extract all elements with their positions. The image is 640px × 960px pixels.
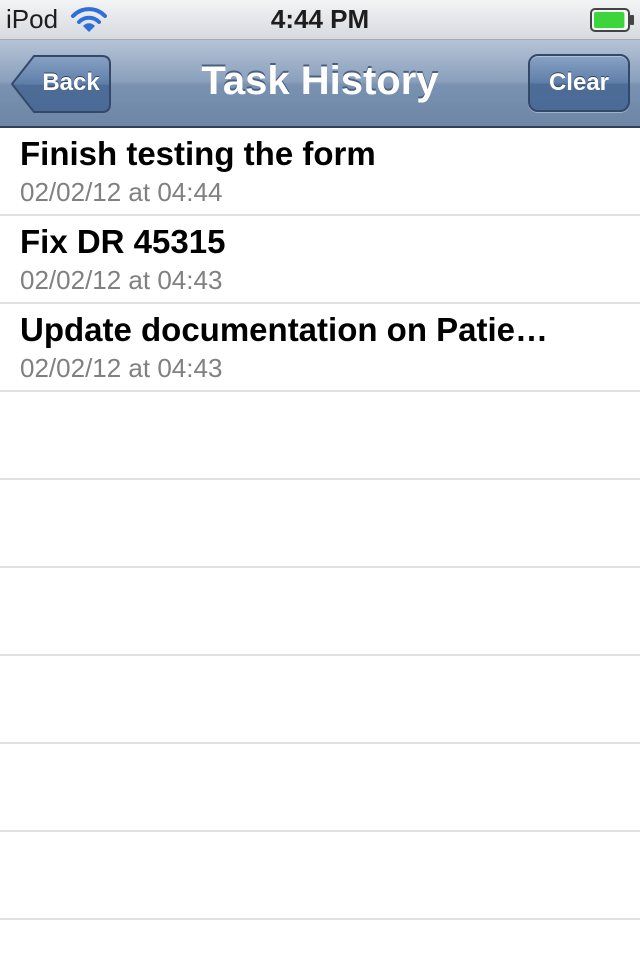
task-row[interactable]: Update documentation on Patie… 02/02/12 … [0,304,640,392]
task-row[interactable]: Fix DR 45315 02/02/12 at 04:43 [0,216,640,304]
screen: iPod 4:44 PM Back Task History Clear Fin… [0,0,640,960]
navigation-bar: Back Task History Clear [0,40,640,128]
empty-row [0,832,640,920]
task-title: Update documentation on Patie… [20,311,549,348]
task-title: Finish testing the form [20,135,376,172]
clock: 4:44 PM [270,4,370,34]
task-timestamp: 02/02/12 at 04:43 [20,265,223,295]
empty-row [0,744,640,832]
empty-row [0,656,640,744]
empty-row [0,568,640,656]
status-bar: iPod 4:44 PM [0,0,640,40]
empty-row [0,392,640,480]
battery-icon [590,8,636,32]
task-timestamp: 02/02/12 at 04:43 [20,353,223,383]
clear-button[interactable]: Clear [528,54,630,112]
task-row[interactable]: Finish testing the form 02/02/12 at 04:4… [0,128,640,216]
task-title: Fix DR 45315 [20,223,226,260]
empty-row [0,480,640,568]
task-timestamp: 02/02/12 at 04:44 [20,177,223,207]
task-list[interactable]: Finish testing the form 02/02/12 at 04:4… [0,128,640,960]
